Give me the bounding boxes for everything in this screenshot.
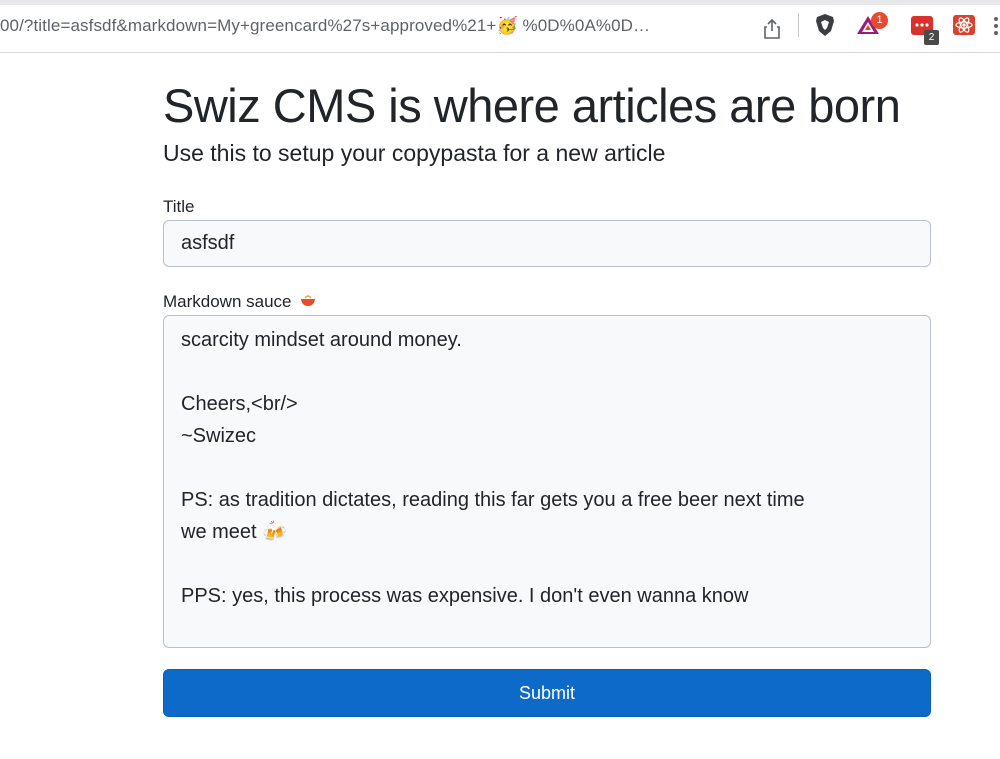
markdown-line [181,356,913,388]
brave-shield-icon[interactable] [812,12,838,38]
more-icon[interactable] [992,14,1000,38]
sauce-bowl-icon [301,295,316,306]
url-text[interactable]: 00/?title=asfsdf&markdown=My+greencard%2… [0,16,742,36]
main-content: Swiz CMS is where articles are born Use … [163,74,931,717]
address-bar[interactable]: 00/?title=asfsdf&markdown=My+greencard%2… [0,7,800,49]
markdown-line: Cheers,<br/> [181,393,298,415]
notification-badge: 1 [871,12,888,29]
markdown-line [181,452,913,484]
submit-button[interactable]: Submit [163,669,931,717]
markdown-textarea[interactable]: scarcity mindset around money. Cheers,<br… [163,315,931,648]
markdown-line: we meet 🍻 [181,521,288,543]
markdown-label: Markdown sauce [163,291,316,313]
markdown-line: PS: as tradition dictates, reading this … [181,489,805,511]
markdown-line: ~Swizec [181,425,257,447]
title-input[interactable] [163,220,931,267]
tab-strip-edge [0,0,1000,5]
title-label: Title [163,197,195,216]
markdown-label-text: Markdown sauce [163,292,292,311]
extension-count-badge: 2 [924,30,939,45]
share-icon[interactable] [762,18,782,40]
toolbar-divider [798,13,799,37]
react-devtools-icon[interactable] [952,12,978,38]
markdown-line: scarcity mindset around money. [181,329,462,351]
page-subtitle: Use this to setup your copypasta for a n… [163,140,666,166]
browser-toolbar: 00/?title=asfsdf&markdown=My+greencard%2… [0,0,1000,53]
markdown-line [181,548,913,580]
markdown-line: PPS: yes, this process was expensive. I … [181,585,749,607]
page-title: Swiz CMS is where articles are born [163,79,901,132]
